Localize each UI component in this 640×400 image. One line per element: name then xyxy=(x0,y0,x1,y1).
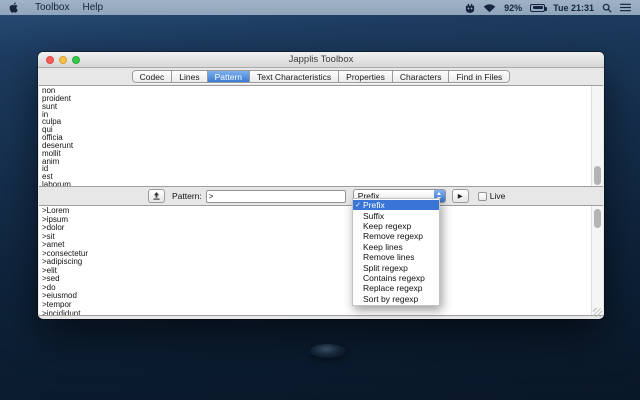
input-text-line: anim xyxy=(42,158,603,166)
action-dropdown-item-label: Replace regexp xyxy=(363,283,423,293)
action-dropdown-item[interactable]: ✓ Contains regexp xyxy=(353,273,439,283)
tab[interactable]: Text Characteristics xyxy=(250,71,339,82)
wifi-icon[interactable] xyxy=(483,3,496,13)
output-text-line: >elit xyxy=(42,267,603,276)
live-checkbox[interactable] xyxy=(478,192,487,201)
menu-bar-menus: Toolbox Help xyxy=(22,2,103,13)
tab[interactable]: Properties xyxy=(339,71,393,82)
arrow-up-bar-icon xyxy=(153,192,160,200)
live-option: Live xyxy=(478,191,506,201)
menu-bar-menu[interactable]: Toolbox xyxy=(35,2,69,13)
tab-segmented-control: CodecLinesPatternText CharacteristicsPro… xyxy=(132,70,511,83)
output-text-line: >ipsum xyxy=(42,216,603,225)
input-text-line: deserunt xyxy=(42,142,603,150)
tab[interactable]: Lines xyxy=(172,71,207,82)
action-dropdown-item[interactable]: ✓ Sort by regexp xyxy=(353,294,439,304)
action-dropdown-item-label: Remove lines xyxy=(363,252,415,262)
menu-bar-status-area: 92% Tue 21:31 xyxy=(465,3,631,13)
live-checkbox-label: Live xyxy=(490,191,506,201)
action-dropdown-item[interactable]: ✓ Replace regexp xyxy=(353,283,439,293)
action-dropdown-item-label: Sort by regexp xyxy=(363,294,418,304)
wallpaper-rock-island xyxy=(310,344,346,358)
output-text-line: >incididunt xyxy=(42,310,603,316)
menu-bar: Toolbox Help 92% Tue 21:31 xyxy=(0,0,640,15)
action-dropdown-item[interactable]: ✓ Remove lines xyxy=(353,252,439,262)
tab[interactable]: Characters xyxy=(393,71,450,82)
input-text-line: sunt xyxy=(42,103,603,111)
pattern-toolbar: Pattern: Prefix ▶ Live xyxy=(38,187,604,205)
tab[interactable]: Codec xyxy=(133,71,173,82)
minimize-button[interactable] xyxy=(59,56,67,64)
action-dropdown-item[interactable]: ✓ Prefix xyxy=(353,200,439,210)
output-text-line: >Lorem xyxy=(42,207,603,216)
menu-bar-menu[interactable]: Help xyxy=(82,2,103,13)
output-text-line: >sit xyxy=(42,233,603,242)
action-dropdown-item-label: Remove regexp xyxy=(363,231,423,241)
input-text-line: officia xyxy=(42,134,603,142)
action-dropdown-item[interactable]: ✓ Suffix xyxy=(353,210,439,220)
traffic-lights xyxy=(46,56,80,64)
input-text-line: qui xyxy=(42,126,603,134)
input-text-line: proident xyxy=(42,95,603,103)
input-text-line: mollit xyxy=(42,150,603,158)
spotlight-search-icon[interactable] xyxy=(602,3,612,13)
action-dropdown-item-label: Keep regexp xyxy=(363,221,411,231)
output-text-line: >amet xyxy=(42,241,603,250)
window-title: Japplis Toolbox xyxy=(38,54,604,65)
output-text-area[interactable]: >Lorem>ipsum>dolor>sit>amet>consectetur>… xyxy=(39,205,603,316)
action-dropdown-item[interactable]: ✓ Remove regexp xyxy=(353,231,439,241)
output-text-line: >tempor xyxy=(42,301,603,310)
desktop-background: Toolbox Help 92% Tue 21:31 xyxy=(0,0,640,400)
output-text-line: >dolor xyxy=(42,224,603,233)
window-title-bar[interactable]: Japplis Toolbox xyxy=(38,52,604,68)
action-dropdown-item-label: Keep lines xyxy=(363,242,403,252)
action-dropdown-item[interactable]: ✓ Keep regexp xyxy=(353,221,439,231)
check-icon: ✓ xyxy=(353,201,363,209)
action-dropdown-item[interactable]: ✓ Split regexp xyxy=(353,262,439,272)
input-scrollbar-thumb[interactable] xyxy=(594,166,601,185)
input-text-area[interactable]: nonproidentsuntinculpaquiofficiadeserunt… xyxy=(39,85,603,187)
output-text-line: >eiusmod xyxy=(42,292,603,301)
zoom-button[interactable] xyxy=(72,56,80,64)
copy-result-to-input-button[interactable] xyxy=(148,189,165,203)
tab-bar: CodecLinesPatternText CharacteristicsPro… xyxy=(38,68,604,85)
input-text-lines: nonproidentsuntinculpaquiofficiadeserunt… xyxy=(39,86,603,187)
action-dropdown-item-label: Prefix xyxy=(363,200,385,210)
close-button[interactable] xyxy=(46,56,54,64)
pattern-label: Pattern: xyxy=(172,191,202,201)
output-scrollbar-track xyxy=(591,206,603,315)
input-text-line: est xyxy=(42,173,603,181)
input-scrollbar-track xyxy=(591,86,603,186)
output-text-line: >sed xyxy=(42,275,603,284)
battery-percent: 92% xyxy=(504,3,522,13)
pattern-input[interactable] xyxy=(206,190,346,203)
action-dropdown-menu: ✓ Prefix ✓ Suffix ✓ Keep regexp ✓ Remove… xyxy=(352,198,440,306)
status-app-icon[interactable] xyxy=(465,3,475,13)
output-scrollbar-thumb[interactable] xyxy=(594,209,601,228)
action-dropdown-item-label: Suffix xyxy=(363,211,384,221)
tab[interactable]: Find in Files xyxy=(449,71,509,82)
tab[interactable]: Pattern xyxy=(208,71,250,82)
input-text-line: non xyxy=(42,87,603,95)
output-text-lines: >Lorem>ipsum>dolor>sit>amet>consectetur>… xyxy=(39,206,603,316)
input-text-line: in xyxy=(42,111,603,119)
action-dropdown-item[interactable]: ✓ Keep lines xyxy=(353,242,439,252)
input-text-line: culpa xyxy=(42,118,603,126)
input-text-line: id xyxy=(42,165,603,173)
stepper-up-icon xyxy=(437,192,441,195)
run-button[interactable]: ▶ xyxy=(452,189,469,203)
japplis-toolbox-window: Japplis Toolbox CodecLinesPatternText Ch… xyxy=(38,52,604,319)
output-text-line: >do xyxy=(42,284,603,293)
apple-menu-icon[interactable] xyxy=(9,2,18,13)
battery-icon[interactable] xyxy=(530,4,545,12)
notification-center-icon[interactable] xyxy=(620,3,631,12)
menu-bar-clock[interactable]: Tue 21:31 xyxy=(553,3,594,13)
output-text-line: >consectetur xyxy=(42,250,603,259)
window-resize-grip[interactable] xyxy=(593,308,602,317)
output-text-line: >adipiscing xyxy=(42,258,603,267)
action-dropdown-item-label: Split regexp xyxy=(363,263,408,273)
action-dropdown-item-label: Contains regexp xyxy=(363,273,425,283)
